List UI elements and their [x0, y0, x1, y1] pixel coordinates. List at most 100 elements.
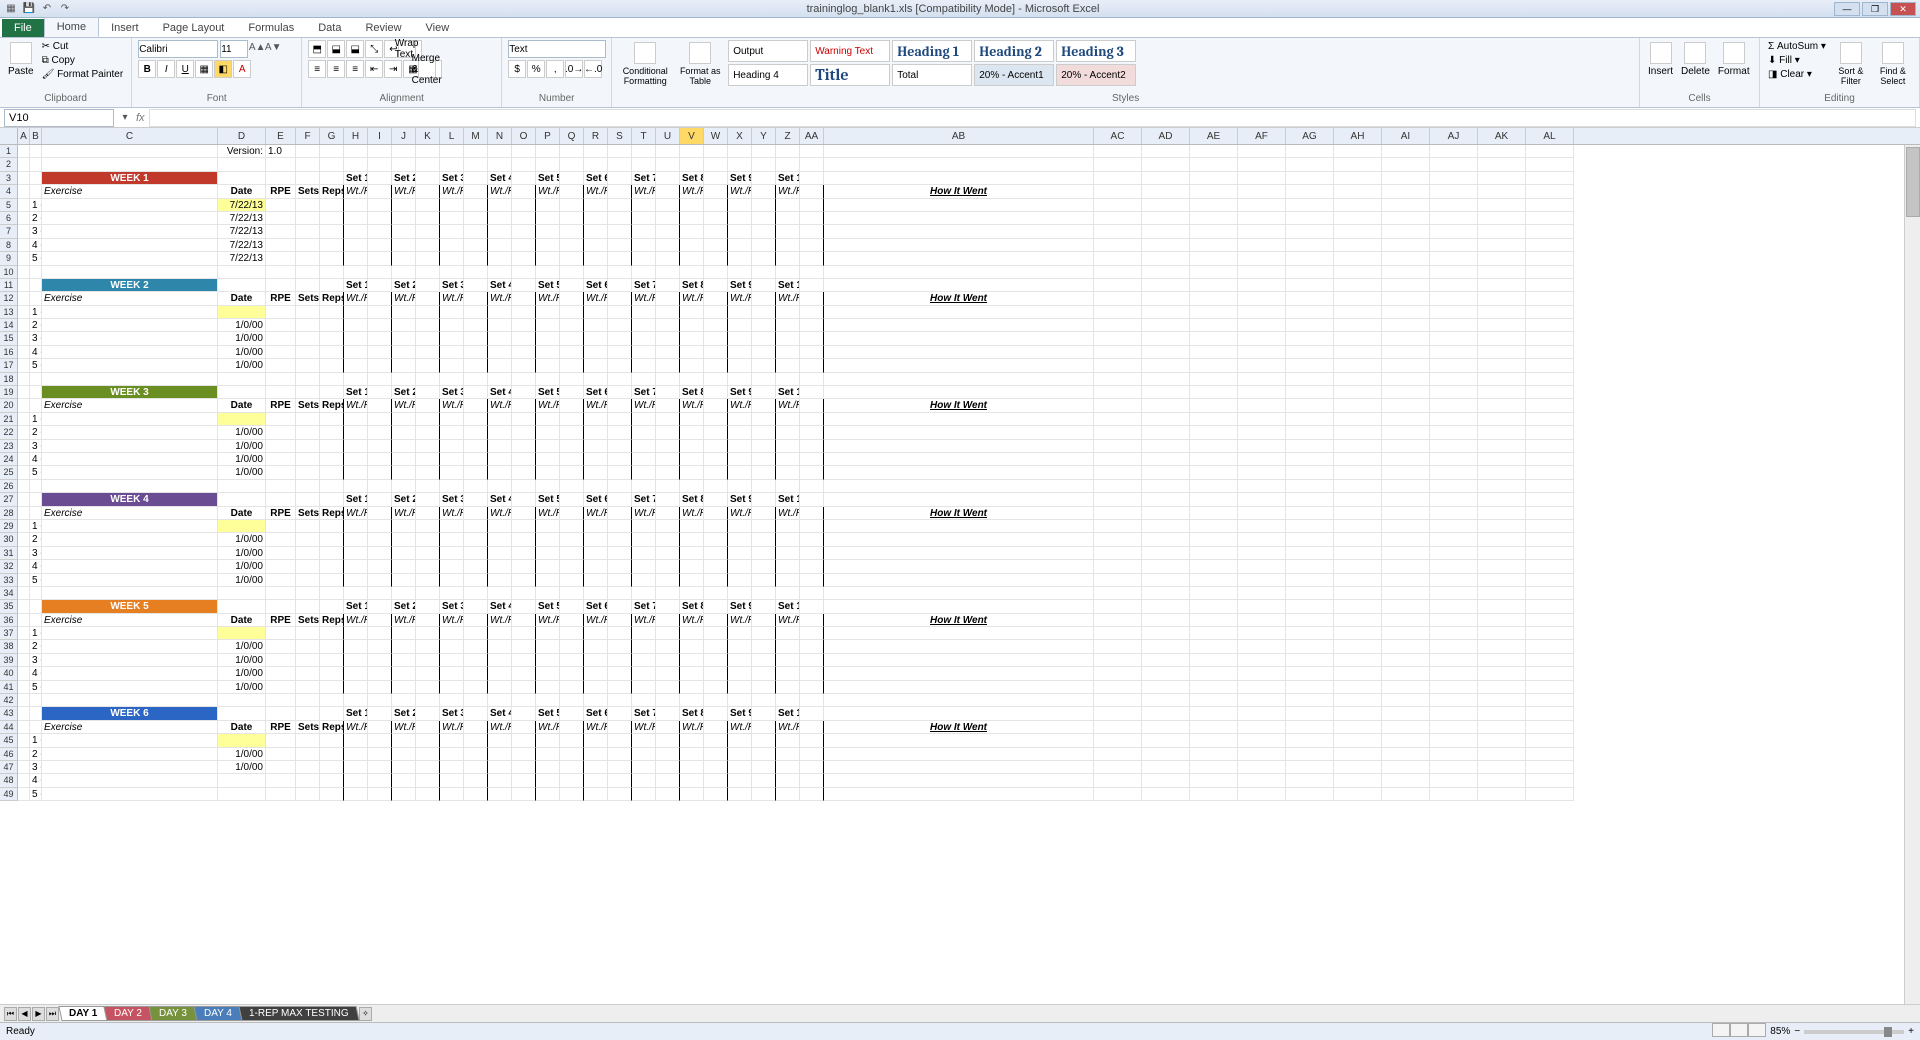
cell-V38[interactable] [680, 640, 704, 653]
cell-AL4[interactable] [1526, 185, 1574, 198]
cell-AG6[interactable] [1286, 212, 1334, 225]
cell-G23[interactable] [320, 440, 344, 453]
cell-T40[interactable] [632, 667, 656, 680]
cell-V32[interactable] [680, 560, 704, 573]
cell-Z38[interactable] [776, 640, 800, 653]
cell-W46[interactable] [704, 748, 728, 761]
cell-AF38[interactable] [1238, 640, 1286, 653]
cell-AD26[interactable] [1142, 480, 1190, 493]
cell-M33[interactable] [464, 574, 488, 587]
cell-O27[interactable] [512, 493, 536, 506]
cell-P6[interactable] [536, 212, 560, 225]
cell-AD8[interactable] [1142, 239, 1190, 252]
cell-O28[interactable] [512, 507, 536, 520]
cell-K19[interactable] [416, 386, 440, 399]
cell-H2[interactable] [344, 158, 368, 171]
cell-AJ12[interactable] [1430, 292, 1478, 305]
cell-C27[interactable]: WEEK 4 [42, 493, 218, 506]
cell-E49[interactable] [266, 788, 296, 801]
cell-X18[interactable] [728, 373, 752, 386]
cell-J48[interactable] [392, 774, 416, 787]
cell-L6[interactable] [440, 212, 464, 225]
cell-AK37[interactable] [1478, 627, 1526, 640]
cell-AH31[interactable] [1334, 547, 1382, 560]
cell-R29[interactable] [584, 520, 608, 533]
align-center-button[interactable]: ≡ [327, 60, 345, 78]
cell-AF41[interactable] [1238, 681, 1286, 694]
cell-Q40[interactable] [560, 667, 584, 680]
cell-AD47[interactable] [1142, 761, 1190, 774]
cell-L1[interactable] [440, 145, 464, 158]
cell-V10[interactable] [680, 266, 704, 279]
cell-AF3[interactable] [1238, 172, 1286, 185]
cell-AC22[interactable] [1094, 426, 1142, 439]
cell-J49[interactable] [392, 788, 416, 801]
cell-S48[interactable] [608, 774, 632, 787]
cell-A7[interactable] [18, 225, 30, 238]
column-header-N[interactable]: N [488, 128, 512, 144]
cell-AL42[interactable] [1526, 694, 1574, 707]
cell-K27[interactable] [416, 493, 440, 506]
cell-D39[interactable]: 1/0/00 [218, 654, 266, 667]
cell-AJ24[interactable] [1430, 453, 1478, 466]
cell-C32[interactable] [42, 560, 218, 573]
cell-F41[interactable] [296, 681, 320, 694]
cell-AG16[interactable] [1286, 346, 1334, 359]
cell-AK3[interactable] [1478, 172, 1526, 185]
cell-D24[interactable]: 1/0/00 [218, 453, 266, 466]
cell-S39[interactable] [608, 654, 632, 667]
cell-B44[interactable] [30, 721, 42, 734]
cell-K36[interactable] [416, 614, 440, 627]
cell-H22[interactable] [344, 426, 368, 439]
cell-W5[interactable] [704, 199, 728, 212]
cell-AD41[interactable] [1142, 681, 1190, 694]
cell-N49[interactable] [488, 788, 512, 801]
cell-X45[interactable] [728, 734, 752, 747]
row-header-23[interactable]: 23 [0, 440, 18, 453]
cell-AK17[interactable] [1478, 359, 1526, 372]
cell-AD44[interactable] [1142, 721, 1190, 734]
cell-Z7[interactable] [776, 225, 800, 238]
cell-A5[interactable] [18, 199, 30, 212]
cell-AE37[interactable] [1190, 627, 1238, 640]
cell-O34[interactable] [512, 587, 536, 600]
cell-N48[interactable] [488, 774, 512, 787]
cell-M22[interactable] [464, 426, 488, 439]
row-header-2[interactable]: 2 [0, 158, 18, 171]
cell-F5[interactable] [296, 199, 320, 212]
cell-V35[interactable]: Set 8 [680, 600, 704, 613]
cell-AF23[interactable] [1238, 440, 1286, 453]
cell-U13[interactable] [656, 306, 680, 319]
cell-AE23[interactable] [1190, 440, 1238, 453]
cell-S8[interactable] [608, 239, 632, 252]
cell-X1[interactable] [728, 145, 752, 158]
cell-X15[interactable] [728, 332, 752, 345]
cell-O26[interactable] [512, 480, 536, 493]
cell-P40[interactable] [536, 667, 560, 680]
cell-J26[interactable] [392, 480, 416, 493]
cell-AA14[interactable] [800, 319, 824, 332]
cell-T49[interactable] [632, 788, 656, 801]
cell-S27[interactable] [608, 493, 632, 506]
cell-P37[interactable] [536, 627, 560, 640]
cell-AF12[interactable] [1238, 292, 1286, 305]
cell-L14[interactable] [440, 319, 464, 332]
row-header-35[interactable]: 35 [0, 600, 18, 613]
cell-AE34[interactable] [1190, 587, 1238, 600]
cell-B25[interactable]: 5 - [30, 466, 42, 479]
cell-M29[interactable] [464, 520, 488, 533]
cell-L31[interactable] [440, 547, 464, 560]
cell-R21[interactable] [584, 413, 608, 426]
cell-AI14[interactable] [1382, 319, 1430, 332]
cell-C24[interactable] [42, 453, 218, 466]
cell-N38[interactable] [488, 640, 512, 653]
cell-N1[interactable] [488, 145, 512, 158]
cell-AB39[interactable] [824, 654, 1094, 667]
cell-C34[interactable] [42, 587, 218, 600]
cell-C39[interactable] [42, 654, 218, 667]
cell-L2[interactable] [440, 158, 464, 171]
cell-T26[interactable] [632, 480, 656, 493]
row-header-46[interactable]: 46 [0, 748, 18, 761]
cell-AJ3[interactable] [1430, 172, 1478, 185]
cell-AK10[interactable] [1478, 266, 1526, 279]
